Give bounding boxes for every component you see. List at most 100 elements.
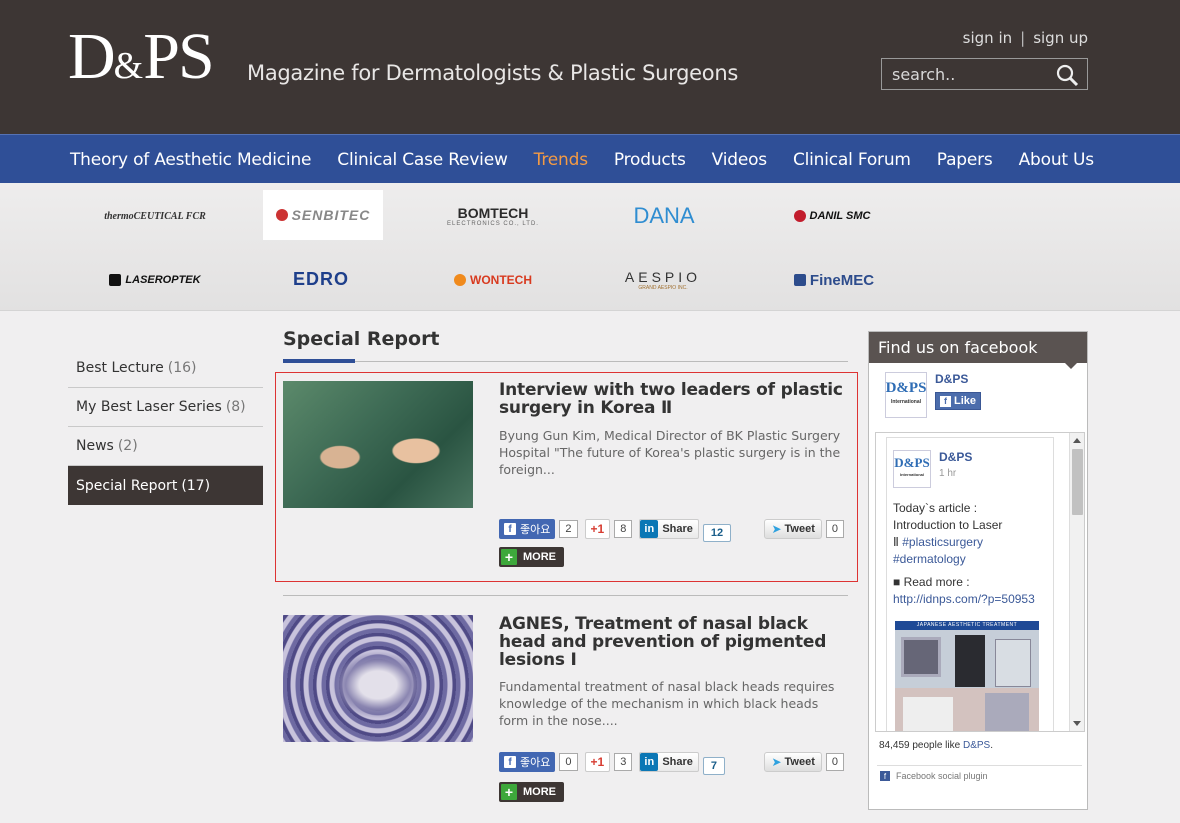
post-image[interactable]: JAPANESE AESTHETIC TREATMENT (895, 621, 1039, 731)
facebook-like-button[interactable]: f 좋아요 (499, 752, 556, 772)
facebook-page-info: D&PS f Like (927, 372, 982, 418)
sponsor-label: LASEROPTEK (125, 274, 201, 286)
sponsor-finemec[interactable]: FineMEC (782, 260, 886, 300)
linkedin-share-button[interactable]: in Share (639, 519, 699, 539)
gear-icon (275, 209, 288, 221)
facebook-page-name[interactable]: D&PS (935, 372, 981, 386)
google-plus-button[interactable]: +1 (584, 752, 611, 772)
hashtag-link[interactable]: #plasticsurgery (902, 535, 983, 549)
scroll-up-arrow-icon[interactable] (1073, 438, 1081, 443)
sponsor-sublabel: GRAND AESPIO INC. (638, 285, 688, 291)
post-image-part (995, 639, 1031, 687)
linkedin-share-label: Share (662, 523, 693, 535)
tweet-count: 0 (825, 753, 844, 771)
tweet-button[interactable]: ➤ Tweet (764, 519, 822, 539)
linkedin-icon: in (640, 753, 659, 771)
nav-item-trends[interactable]: Trends (521, 150, 601, 170)
article-title[interactable]: Interview with two leaders of plastic su… (499, 381, 844, 417)
logo-amp: & (113, 45, 144, 87)
sponsor-dana[interactable]: DANA (624, 196, 704, 236)
like-label: Like (954, 395, 977, 407)
article-excerpt: Fundamental treatment of nasal black hea… (499, 679, 835, 728)
site-header: D&PS Magazine for Dermatologists & Plast… (0, 0, 1180, 134)
nav-item-clinical-forum[interactable]: Clinical Forum (780, 150, 924, 170)
hashtag-link[interactable]: #dermatology (893, 551, 1055, 568)
nav-item-papers[interactable]: Papers (924, 150, 1006, 170)
social-buttons: f 좋아요 0 +1 3 in Share 7 ➤ Tweet 0 (499, 752, 844, 775)
nav-item-theory-of-aesthetic-medicine[interactable]: Theory of Aesthetic Medicine (57, 150, 324, 170)
tweet-label: Tweet (784, 523, 815, 535)
dnps-page-logo[interactable]: D&PS International (885, 372, 927, 418)
sign-up-link[interactable]: sign up (1033, 29, 1088, 47)
search-icon[interactable] (1055, 63, 1079, 87)
sidebar-item-my-best-laser-series[interactable]: My Best Laser Series (8) (68, 388, 263, 427)
sidebar-item-best-lecture[interactable]: Best Lecture (16) (68, 349, 263, 388)
article-title[interactable]: AGNES, Treatment of nasal black head and… (499, 615, 844, 669)
sponsor-label: SENBITEC (291, 207, 371, 223)
sponsor-danil-smc[interactable]: DANIL SMC (777, 196, 887, 236)
sponsor-bomtech[interactable]: BOMTECH ELECTRONICS CO., LTD. (438, 196, 548, 236)
linkedin-share-count: 12 (702, 524, 732, 542)
facebook-page-like-button[interactable]: f Like (935, 392, 982, 410)
nav-item-products[interactable]: Products (601, 150, 699, 170)
scrollbar-thumb[interactable] (1072, 449, 1083, 515)
sponsor-senbitec[interactable]: SENBITEC (263, 190, 383, 240)
article-thumbnail[interactable] (283, 615, 473, 742)
likes-page-link[interactable]: D&PS (963, 740, 990, 751)
sponsor-label: EDRO (292, 268, 349, 289)
post-url-link[interactable]: http://idnps.com/?p=50953 (893, 591, 1055, 608)
sponsor-label: DANA (633, 203, 695, 228)
feed-scrollbar[interactable] (1069, 433, 1084, 731)
google-plus-button[interactable]: +1 (584, 519, 611, 539)
sidebar-item-news[interactable]: News (2) (68, 427, 263, 466)
tweet-button[interactable]: ➤ Tweet (764, 752, 822, 772)
logo-ps: PS (143, 20, 214, 93)
section-divider (283, 361, 848, 362)
sidebar-item-count: (17) (181, 477, 211, 494)
google-plus-count: 3 (614, 753, 633, 771)
sponsor-medro[interactable]: EDRO (276, 259, 366, 299)
category-sidebar: Best Lecture (16) My Best Laser Series (8)… (68, 349, 263, 505)
sponsor-label: WONTECH (470, 273, 532, 287)
sponsor-aespio[interactable]: AESPIO GRAND AESPIO INC. (618, 260, 708, 300)
facebook-icon: f (880, 771, 890, 781)
sponsor-label: FineMEC (809, 271, 875, 289)
auth-separator: | (1020, 29, 1026, 47)
facebook-feed[interactable]: D&PS International D&PS 1 hr Today`s arti… (875, 432, 1085, 732)
post-image-part (955, 635, 985, 687)
more-button[interactable]: + MORE (499, 782, 564, 802)
facebook-like-button[interactable]: f 좋아요 (499, 519, 556, 539)
nav-item-clinical-case-review[interactable]: Clinical Case Review (324, 150, 520, 170)
facebook-plugin-footer[interactable]: f Facebook social plugin (880, 771, 988, 781)
post-timestamp: 1 hr (939, 468, 957, 479)
linkedin-share-button[interactable]: in Share (639, 752, 699, 772)
wontech-logo-icon (454, 274, 466, 286)
article-excerpt: Byung Gun Kim, Medical Director of BK Pl… (499, 428, 841, 477)
facebook-like-summary: 84,459 people like D&PS. (879, 740, 993, 751)
main-nav: Theory of Aesthetic Medicine Clinical Cas… (0, 134, 1180, 183)
nav-list: Theory of Aesthetic Medicine Clinical Cas… (57, 135, 1107, 184)
article-thumbnail[interactable] (283, 381, 473, 508)
more-button[interactable]: + MORE (499, 547, 564, 567)
sponsor-wontech[interactable]: WONTECH (441, 260, 545, 300)
facebook-page-header: D&PS International D&PS f Like (885, 372, 982, 418)
post-avatar[interactable]: D&PS International (893, 450, 931, 488)
sponsor-thermoceutical[interactable]: thermoCEUTICAL FCR (96, 196, 214, 236)
nav-item-videos[interactable]: Videos (699, 150, 780, 170)
site-logo[interactable]: D&PS (68, 20, 215, 101)
post-author[interactable]: D&PS (939, 450, 972, 464)
sidebar-item-count: (8) (225, 399, 246, 415)
likes-text: 84,459 people like (879, 740, 961, 751)
facebook-post: D&PS International D&PS 1 hr Today`s arti… (886, 437, 1054, 731)
sponsor-laseroptek[interactable]: LASEROPTEK (100, 260, 210, 300)
search-input[interactable] (882, 59, 1052, 89)
scroll-down-arrow-icon[interactable] (1073, 721, 1081, 726)
post-meta: D&PS 1 hr (931, 450, 972, 488)
sign-in-link[interactable]: sign in (963, 29, 1012, 47)
sidebar-item-special-report[interactable]: Special Report (17) (68, 466, 263, 505)
tweet-count: 0 (825, 520, 844, 538)
section-divider-accent (283, 359, 355, 363)
nav-item-about-us[interactable]: About Us (1006, 150, 1107, 170)
more-label: MORE (523, 786, 556, 798)
post-image-part (985, 693, 1029, 731)
